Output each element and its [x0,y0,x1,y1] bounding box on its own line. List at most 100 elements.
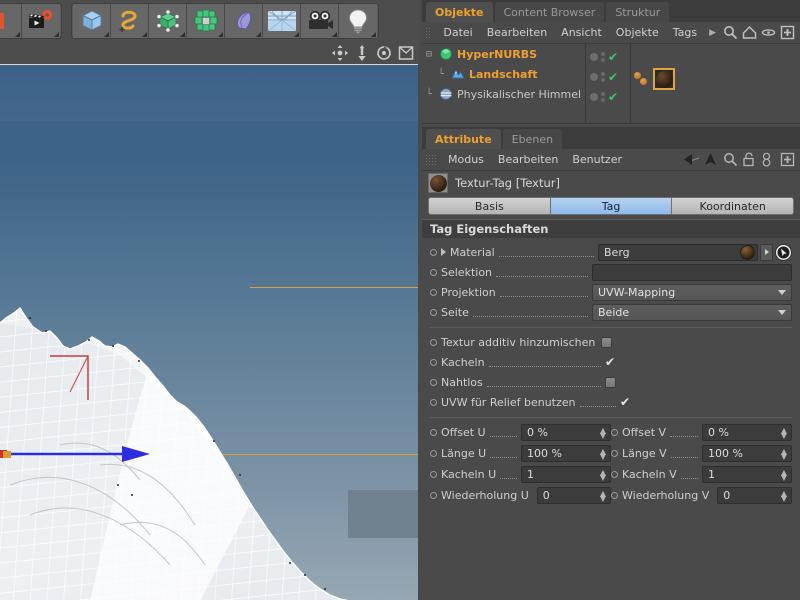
textur-additiv-checkbox[interactable] [601,336,613,348]
maximize-view-icon[interactable] [398,45,414,61]
animate-bullet-icon[interactable] [611,492,618,499]
expand-arrow-icon[interactable] [441,248,446,256]
animate-bullet-icon[interactable] [430,492,437,499]
animate-bullet-icon[interactable] [611,450,618,457]
search-icon[interactable] [723,25,738,40]
animate-bullet-icon[interactable] [430,398,437,406]
nahtlos-checkbox[interactable] [604,376,616,388]
render-view-icon[interactable] [22,4,60,38]
menu-bearbeiten[interactable]: Bearbeiten [480,22,554,44]
animate-bullet-icon[interactable] [430,471,437,478]
link-icon[interactable] [761,152,776,167]
segment-basis[interactable]: Basis [428,197,550,215]
dolly-camera-icon[interactable] [354,45,370,61]
animate-bullet-icon[interactable] [430,248,437,256]
menu-modus[interactable]: Modus [441,149,491,171]
stepper-icon[interactable]: ▲ ▼ [781,489,787,502]
undo-icon[interactable] [0,4,22,38]
animate-bullet-icon[interactable] [611,471,618,478]
kacheln-checkbox[interactable]: ✔ [605,356,616,368]
move-camera-icon[interactable] [332,45,348,61]
selektion-field[interactable] [592,263,792,281]
material-preview-swatch[interactable] [740,244,755,260]
animate-bullet-icon[interactable] [430,378,437,386]
menu-tags[interactable]: Tags [666,22,704,44]
laenge-v-input[interactable]: 100 % ▲ ▼ [702,445,792,462]
unlock-icon[interactable] [742,152,757,167]
perspective-viewport[interactable] [0,64,418,600]
home-icon[interactable] [742,25,757,40]
tab-objekte[interactable]: Objekte [426,2,493,22]
editor-render-dots-icon[interactable] [601,52,605,62]
menu-objekte[interactable]: Objekte [609,22,666,44]
animate-bullet-icon[interactable] [430,288,437,296]
add-tab-icon[interactable] [780,152,795,167]
menu-benutzer[interactable]: Benutzer [565,149,629,171]
wiederholung-v-input[interactable]: 0 ▲ ▼ [717,487,792,504]
projektion-dropdown[interactable]: UVW-Mapping [592,283,792,301]
tab-struktur[interactable]: Struktur [606,2,670,22]
tree-expander-icon[interactable]: ⊟ [426,49,439,60]
menu-overflow-arrow[interactable]: ▶ [704,22,721,44]
animate-bullet-icon[interactable] [430,358,437,366]
back-arrow-icon[interactable] [683,152,700,167]
animate-bullet-icon[interactable] [430,268,437,276]
kacheln-v-input[interactable]: 1 ▲ ▼ [702,466,792,483]
visibility-dots-row-2[interactable]: ✔ [590,70,618,84]
stepper-icon[interactable]: ▲ ▼ [600,468,606,481]
animate-bullet-icon[interactable] [430,450,437,457]
seite-dropdown[interactable]: Beide [592,303,792,321]
laenge-u-input[interactable]: 100 % ▲ ▼ [521,445,611,462]
enabled-check-icon[interactable]: ✔ [608,50,618,64]
stepper-icon[interactable]: ▲ ▼ [781,426,787,439]
tab-ebenen[interactable]: Ebenen [502,129,563,149]
menu-ansicht[interactable]: Ansicht [554,22,609,44]
segment-tag[interactable]: Tag [549,197,672,215]
eye-icon[interactable] [761,25,776,40]
material-field[interactable]: Berg [598,243,758,261]
rotate-camera-icon[interactable] [376,45,392,61]
hypernurbs-icon[interactable] [149,4,187,38]
enabled-check-icon[interactable]: ✔ [608,90,618,104]
visibility-dot-icon[interactable] [590,93,598,101]
add-layer-icon[interactable] [780,25,795,40]
bend-deformer-icon[interactable] [225,4,263,38]
camera-icon[interactable] [301,4,339,38]
stepper-icon[interactable]: ▲ ▼ [600,489,606,502]
stepper-icon[interactable]: ▲ ▼ [600,447,606,460]
kacheln-u-input[interactable]: 1 ▲ ▼ [521,466,611,483]
animate-bullet-icon[interactable] [430,308,437,316]
light-icon[interactable] [339,4,377,38]
material-dropdown-arrow[interactable] [760,243,773,261]
editor-render-dots-icon[interactable] [601,92,605,102]
visibility-dot-icon[interactable] [590,73,598,81]
floor-environment-icon[interactable] [263,4,301,38]
stepper-icon[interactable]: ▲ ▼ [781,468,787,481]
drag-grip-icon[interactable] [425,154,436,165]
tab-content-browser[interactable]: Content Browser [494,2,605,22]
enabled-check-icon[interactable]: ✔ [608,70,618,84]
animate-bullet-icon[interactable] [430,338,437,346]
visibility-dots-row-3[interactable]: ✔ [590,90,618,104]
cube-primitive-icon[interactable] [73,4,111,38]
up-arrow-icon[interactable] [704,152,719,167]
texture-tag-icon[interactable] [653,68,675,90]
animate-bullet-icon[interactable] [430,429,437,436]
visibility-dot-icon[interactable] [590,53,598,61]
uvw-relief-checkbox[interactable]: ✔ [620,396,631,408]
visibility-dots-row-1[interactable]: ✔ [590,50,618,64]
offset-v-input[interactable]: 0 % ▲ ▼ [702,424,792,441]
menu-datei[interactable]: Datei [436,22,479,44]
eyedropper-cursor-icon[interactable] [775,243,792,261]
menu-bearbeiten[interactable]: Bearbeiten [491,149,565,171]
wiederholung-u-input[interactable]: 0 ▲ ▼ [536,487,611,504]
object-tree[interactable]: ⊟ HyperNURBS └ Landschaft └ Physikalisch… [422,44,800,124]
search-icon[interactable] [723,152,738,167]
animate-bullet-icon[interactable] [611,429,618,436]
drag-grip-icon[interactable] [425,27,432,38]
array-icon[interactable] [187,4,225,38]
stepper-icon[interactable]: ▲ ▼ [600,426,606,439]
segment-koordinaten[interactable]: Koordinaten [671,197,795,215]
offset-u-input[interactable]: 0 % ▲ ▼ [521,424,611,441]
tab-attribute[interactable]: Attribute [426,129,501,149]
